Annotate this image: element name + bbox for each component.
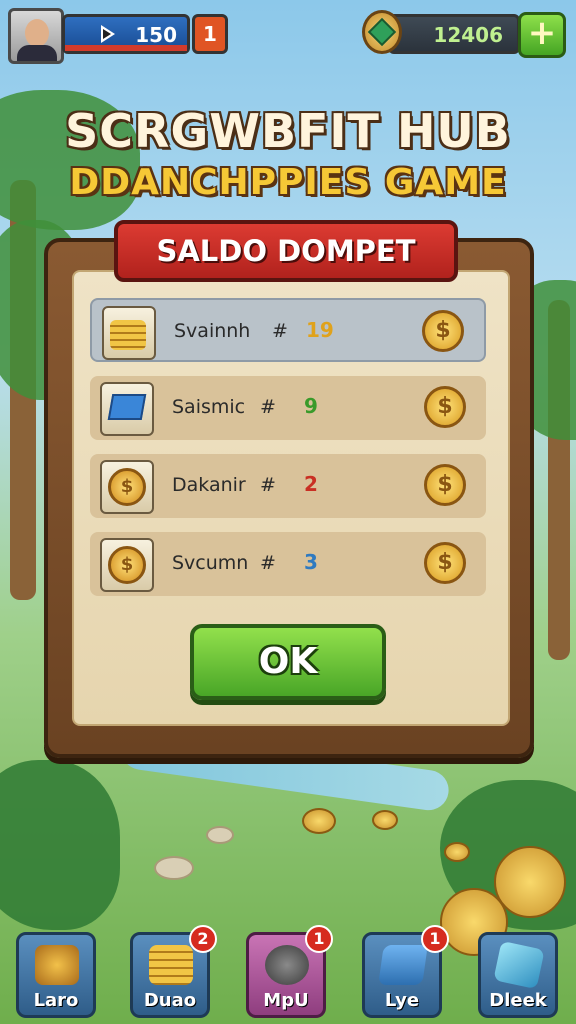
gem-icon [362,10,402,54]
dollar-coin-icon: $ [422,310,464,352]
player-avatar[interactable] [8,8,64,64]
top-bar: 150 1 12406 + [0,0,576,70]
level-value: 150 [135,23,177,47]
nav-mpu[interactable]: MpU 1 [246,925,333,1018]
nav-label: Dleek [489,990,547,1011]
wallet-row[interactable]: Saismic # 9 $ [90,376,486,440]
gems-bar: 12406 [388,14,520,54]
nav-duao[interactable]: Duao 2 [130,925,217,1018]
dollar-coin-icon: $ [100,538,154,592]
row-amount: 19 [306,318,334,342]
nav-label: Laro [33,990,79,1011]
coin-stack-icon [149,945,193,985]
notification-badge: 1 [305,925,333,953]
wallet-row[interactable]: $ Svcumn # 3 $ [90,532,486,596]
level-bar: 150 [62,14,190,54]
nav-label: Lye [384,990,420,1011]
lives-badge: 1 [192,14,228,54]
nav-laro[interactable]: Laro [16,932,96,1018]
row-label: Dakanir [172,474,246,496]
notification-badge: 2 [189,925,217,953]
dollar-coin-icon: $ [424,464,466,506]
dollar-coin-icon: $ [100,460,154,514]
hash-icon: # [260,474,276,496]
wallet-row[interactable]: Svainnh # 19 $ [90,298,486,362]
dollar-coin-icon: $ [424,386,466,428]
wallet-row[interactable]: $ Dakanir # 2 $ [90,454,486,518]
row-amount: 9 [304,394,318,418]
hash-icon: # [272,320,288,342]
crystal-icon [493,940,545,990]
row-label: Svainnh [174,320,251,342]
notification-badge: 1 [421,925,449,953]
row-label: Saismic [172,396,246,418]
nav-lye[interactable]: Lye 1 [362,925,449,1018]
game-title: SCRGWBFIT HUB [65,104,511,158]
hash-icon: # [260,552,276,574]
add-gems-button[interactable]: + [518,12,566,58]
gems-value: 12406 [433,23,503,47]
dollar-coin-icon: $ [424,542,466,584]
computer-icon [100,382,154,436]
nav-dleek[interactable]: Dleek [478,932,558,1018]
ok-button[interactable]: OK [190,624,386,700]
row-amount: 2 [304,472,318,496]
row-amount: 3 [304,550,318,574]
coin-stack-icon [102,306,156,360]
raccoon-icon [265,945,309,985]
treasure-bowl-icon [35,945,79,985]
hash-icon: # [260,396,276,418]
game-subtitle: DDANCHPPIES GAME [69,162,507,203]
modal-header: SALDO DOMPET [114,220,458,282]
laptop-icon [378,945,428,985]
row-label: Svcumn [172,552,249,574]
nav-label: Duao [143,990,197,1011]
nav-label: MpU [263,990,309,1011]
